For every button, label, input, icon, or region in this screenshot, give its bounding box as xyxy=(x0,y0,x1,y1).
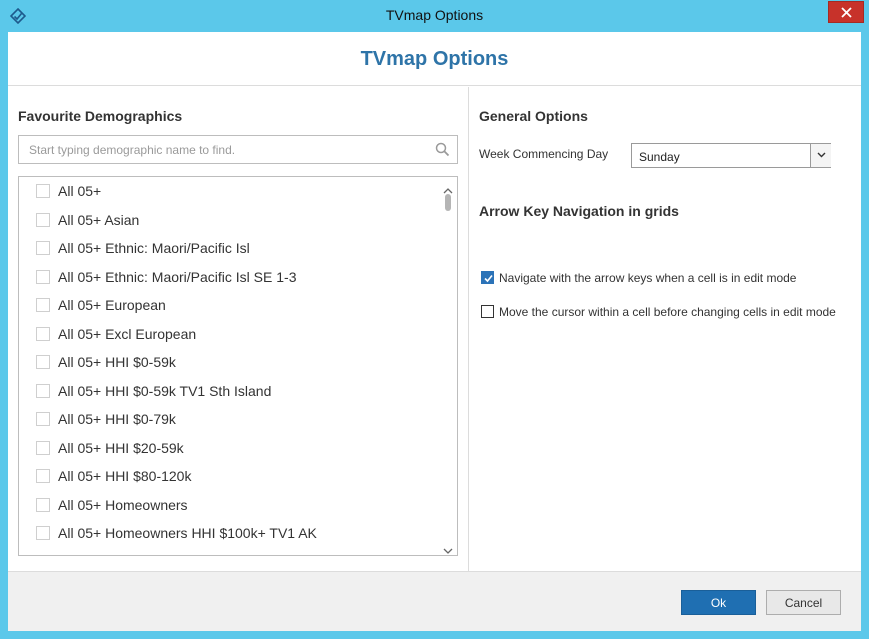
list-item-checkbox[interactable] xyxy=(36,469,50,483)
list-item[interactable]: All 05+ Asian xyxy=(19,206,439,234)
move-cursor-checkbox[interactable] xyxy=(481,305,494,318)
list-item-label: All 05+ Ethnic: Maori/Pacific Isl xyxy=(58,240,250,256)
list-item-label: All 05+ Excl European xyxy=(58,325,197,342)
chevron-down-icon xyxy=(817,152,826,158)
list-item-checkbox[interactable] xyxy=(36,212,50,227)
list-item-checkbox[interactable] xyxy=(36,298,50,312)
ok-button[interactable]: Ok xyxy=(681,590,756,615)
list-item[interactable]: All 05+ xyxy=(19,177,439,205)
dialog-body: TVmap Options Favourite Demographics All… xyxy=(8,32,861,631)
window-title: TVmap Options xyxy=(385,7,484,23)
search-box xyxy=(18,135,458,164)
list-item-checkbox[interactable] xyxy=(36,184,50,198)
list-item-checkbox[interactable] xyxy=(36,497,50,512)
list-item-label: All 05+ HHI $0-59k TV1 Sth Island xyxy=(58,382,272,399)
window-titlebar[interactable]: TVmap Options xyxy=(0,0,869,32)
list-item[interactable]: All 05+ Ethnic: Maori/Pacific Isl xyxy=(19,234,439,262)
list-item[interactable]: All 05+ HHI $0-79k xyxy=(19,405,439,433)
list-item[interactable]: All 05+ European xyxy=(19,291,439,319)
list-item-label: All 05+ HHI $0-59k xyxy=(58,354,176,370)
week-commencing-label: Week Commencing Day xyxy=(479,147,609,161)
dialog-header: TVmap Options xyxy=(8,32,861,86)
list-item-label: All 05+ European xyxy=(58,297,166,313)
close-button[interactable] xyxy=(828,1,864,23)
list-item-label: All 05+ Homeowners xyxy=(58,496,188,513)
list-item[interactable]: All 05+ HHI $20-59k xyxy=(19,434,439,462)
demographics-list[interactable]: All 05+ All 05+ Asian All 05+ Ethnic: Ma… xyxy=(18,176,458,556)
list-item-label: All 05+ xyxy=(58,183,102,199)
list-item[interactable]: All 05+ HHI $0-59k xyxy=(19,348,439,376)
favourite-demographics-panel: Favourite Demographics All 05+ All 05+ A… xyxy=(8,87,469,571)
list-item[interactable]: All 05+ HHI $0-59k TV1 Sth Island xyxy=(19,377,439,405)
cancel-button[interactable]: Cancel xyxy=(766,590,841,615)
search-icon[interactable] xyxy=(435,142,450,162)
checkmark-icon xyxy=(484,274,493,283)
dialog-footer: Ok Cancel xyxy=(8,571,861,631)
chevron-down-icon[interactable] xyxy=(443,542,453,555)
week-commencing-value: Sunday xyxy=(639,150,680,164)
list-item[interactable]: All 05+ Homeowners xyxy=(19,491,439,519)
list-item[interactable]: All 05+ Homeowners HHI $100k+ TV1 AK xyxy=(19,519,439,547)
search-input[interactable] xyxy=(19,136,429,163)
arrow-nav-title: Arrow Key Navigation in grids xyxy=(479,203,679,219)
navigate-arrow-keys-checkbox[interactable] xyxy=(481,271,494,284)
list-item-label: All 05+ HHI $0-79k xyxy=(58,411,176,427)
page-title: TVmap Options xyxy=(360,48,509,70)
general-options-panel: General Options Week Commencing Day Sund… xyxy=(470,87,861,571)
list-item-checkbox[interactable] xyxy=(36,241,50,255)
general-options-title: General Options xyxy=(479,108,588,124)
list-item-checkbox[interactable] xyxy=(36,326,50,341)
list-scrollbar[interactable] xyxy=(440,177,457,555)
close-icon xyxy=(841,7,852,18)
list-item-label: All 05+ Asian xyxy=(58,211,140,228)
navigate-arrow-keys-label: Navigate with the arrow keys when a cell… xyxy=(499,271,797,285)
list-item-checkbox[interactable] xyxy=(36,526,50,540)
week-commencing-select[interactable]: Sunday xyxy=(631,143,831,168)
scrollbar-thumb[interactable] xyxy=(445,194,451,211)
list-item[interactable]: All 05+ HHI $80-120k xyxy=(19,462,439,490)
list-item-label: All 05+ Ethnic: Maori/Pacific Isl SE 1-3 xyxy=(58,268,297,285)
list-item-checkbox[interactable] xyxy=(36,355,50,369)
list-item-checkbox[interactable] xyxy=(36,412,50,426)
move-cursor-label: Move the cursor within a cell before cha… xyxy=(499,305,836,319)
list-item-checkbox[interactable] xyxy=(36,440,50,455)
dropdown-button[interactable] xyxy=(810,144,831,167)
list-item-label: All 05+ Homeowners HHI $100k+ TV1 AK xyxy=(58,525,317,541)
list-item-checkbox[interactable] xyxy=(36,383,50,398)
list-item-checkbox[interactable] xyxy=(36,269,50,284)
list-item[interactable]: All 05+ Ethnic: Maori/Pacific Isl SE 1-3 xyxy=(19,263,439,291)
favourite-demographics-title: Favourite Demographics xyxy=(18,108,183,124)
list-item[interactable]: All 05+ Excl European xyxy=(19,320,439,348)
list-item-label: All 05+ HHI $80-120k xyxy=(58,468,192,484)
list-item-label: All 05+ HHI $20-59k xyxy=(58,439,184,456)
